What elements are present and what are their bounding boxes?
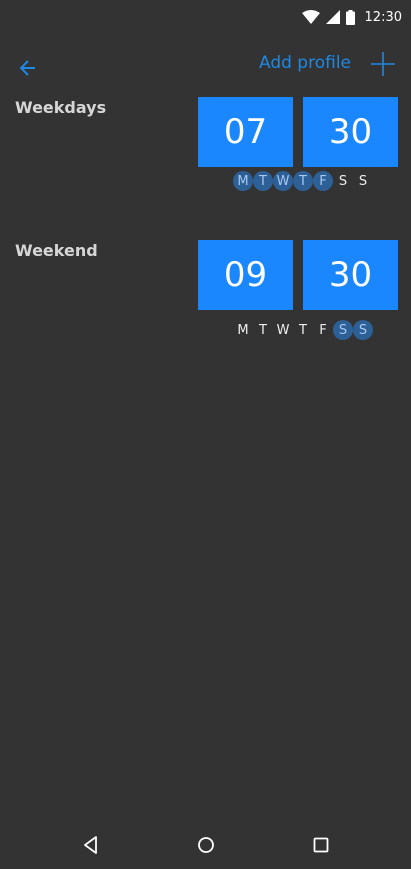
day-friday[interactable]: F: [313, 320, 333, 340]
add-profile-button[interactable]: Add profile: [259, 53, 351, 73]
wifi-icon: [301, 10, 320, 24]
system-nav-bar: [0, 819, 411, 869]
day-saturday[interactable]: S: [333, 171, 353, 191]
day-tuesday[interactable]: T: [253, 320, 273, 340]
day-sunday[interactable]: S: [353, 320, 373, 340]
day-tuesday[interactable]: T: [253, 171, 273, 191]
day-selector: M T W T F S S: [233, 320, 373, 340]
day-wednesday[interactable]: W: [273, 320, 293, 340]
plus-icon[interactable]: [369, 50, 397, 78]
day-saturday[interactable]: S: [333, 320, 353, 340]
profile-name[interactable]: Weekdays: [15, 98, 106, 117]
day-sunday[interactable]: S: [353, 171, 373, 191]
minute-box[interactable]: 30: [303, 240, 398, 310]
day-monday[interactable]: M: [233, 171, 253, 191]
status-icons: 12:30: [301, 8, 402, 26]
battery-icon: [345, 9, 355, 25]
status-bar: 12:30: [0, 0, 411, 34]
day-friday[interactable]: F: [313, 171, 333, 191]
hour-box[interactable]: 09: [198, 240, 293, 310]
profile-name[interactable]: Weekend: [15, 241, 98, 260]
day-wednesday[interactable]: W: [273, 171, 293, 191]
recents-square-icon[interactable]: [311, 835, 331, 855]
back-triangle-icon[interactable]: [81, 835, 101, 855]
day-thursday[interactable]: T: [293, 171, 313, 191]
day-monday[interactable]: M: [233, 320, 253, 340]
signal-icon: [325, 10, 340, 24]
hour-box[interactable]: 07: [198, 97, 293, 167]
arrow-left-icon: [19, 60, 35, 76]
day-thursday[interactable]: T: [293, 320, 313, 340]
day-selector: M T W T F S S: [233, 171, 373, 191]
status-time: 12:30: [364, 9, 402, 25]
back-button[interactable]: [14, 54, 42, 82]
top-bar: Add profile: [0, 44, 411, 88]
home-circle-icon[interactable]: [196, 835, 216, 855]
minute-box[interactable]: 30: [303, 97, 398, 167]
